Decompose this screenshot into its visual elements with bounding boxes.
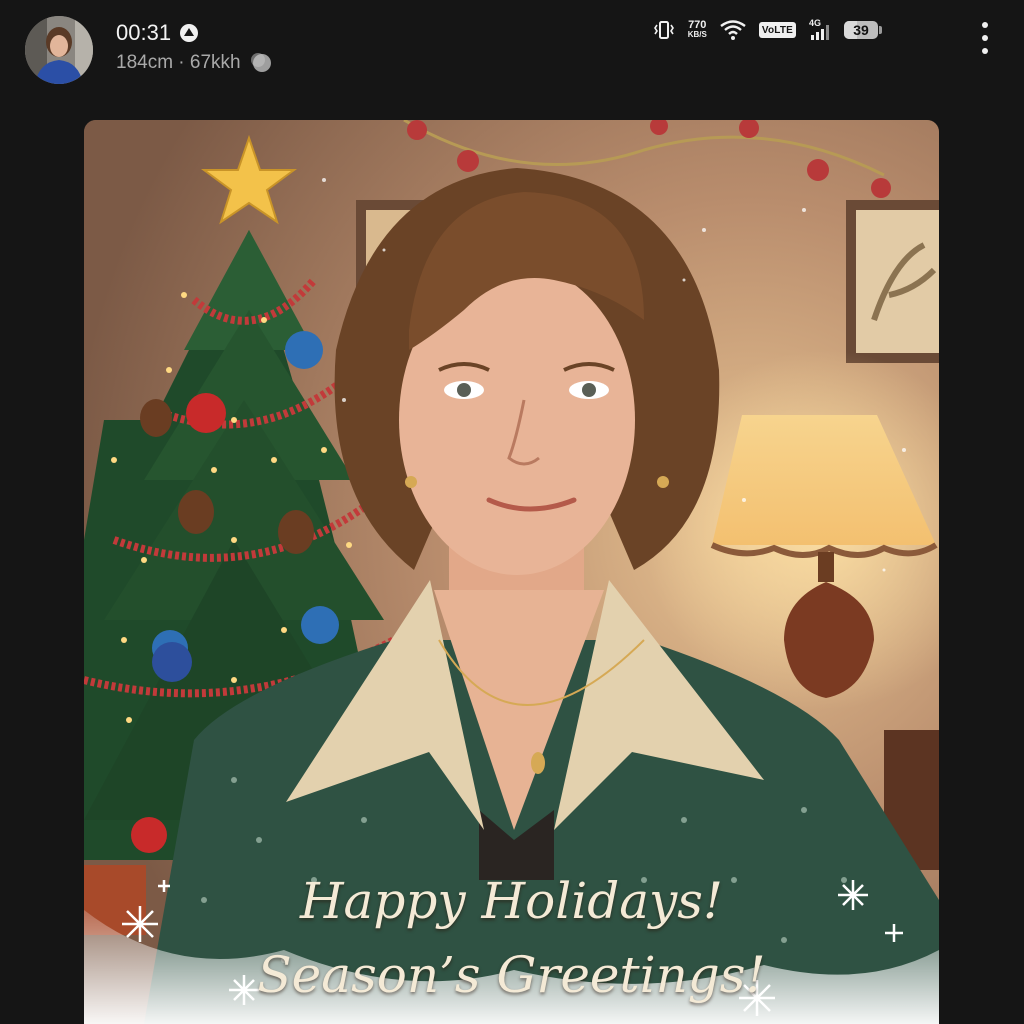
- greeting-line-1: Happy Holidays!: [299, 872, 724, 930]
- circle-triangle-icon: [179, 23, 199, 43]
- more-vertical-icon[interactable]: [972, 22, 998, 54]
- cellular-signal-icon: 4G: [809, 18, 831, 41]
- top-bar: 00:31 184cm · 67kkh 770 KB/S VoLTE 4G 39: [0, 0, 1024, 100]
- holiday-card-image[interactable]: Happy Holidays! Season’s Greetings!: [84, 120, 939, 1024]
- battery-indicator: 39: [844, 21, 878, 39]
- clock-time: 00:31: [116, 20, 172, 45]
- greeting-line-2: Season’s Greetings!: [257, 946, 766, 1004]
- battery-cap: [879, 26, 882, 34]
- network-speed: 770 KB/S: [687, 19, 707, 40]
- battery-level: 39: [853, 22, 869, 38]
- wifi-icon: [720, 20, 746, 40]
- network-type-label: 4G: [809, 18, 822, 28]
- status-bar: 770 KB/S VoLTE 4G 39: [653, 18, 882, 41]
- stats-subtitle: 184cm · 67kkh: [116, 52, 241, 73]
- avatar[interactable]: [25, 16, 93, 84]
- profile-photo-icon: [25, 16, 93, 84]
- moon-icon: [250, 52, 273, 74]
- volte-badge: VoLTE: [758, 22, 796, 38]
- vibrate-icon: [653, 20, 675, 40]
